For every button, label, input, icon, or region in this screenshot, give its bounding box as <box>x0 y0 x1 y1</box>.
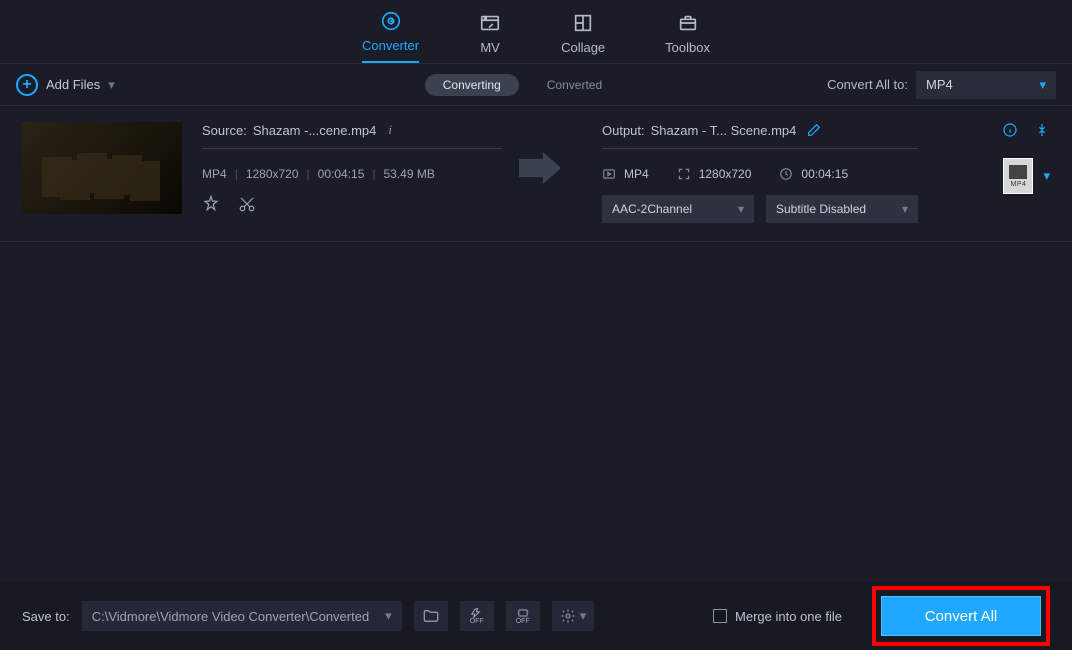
source-format: MP4 <box>202 167 227 181</box>
source-size: 53.49 MB <box>384 167 435 181</box>
rename-icon[interactable] <box>806 122 822 138</box>
toolbox-icon <box>677 12 699 34</box>
subtitle-value: Subtitle Disabled <box>776 202 866 216</box>
output-filename: Shazam - T... Scene.mp4 <box>651 123 797 138</box>
converter-icon <box>380 10 402 32</box>
profile-dropdown-caret[interactable]: ▾ <box>1043 168 1050 184</box>
save-to-label: Save to: <box>22 609 70 624</box>
duration-icon <box>779 167 793 181</box>
tab-mv[interactable]: MV <box>479 12 501 63</box>
source-filename: Shazam -...cene.mp4 <box>253 123 377 138</box>
open-folder-button[interactable] <box>414 601 448 631</box>
tab-label: Toolbox <box>665 40 710 55</box>
collage-icon <box>572 12 594 34</box>
caret-down-icon: ▾ <box>738 202 744 216</box>
save-path-field[interactable]: C:\Vidmore\Vidmore Video Converter\Conve… <box>82 601 402 631</box>
tab-label: Collage <box>561 40 605 55</box>
add-files-button[interactable]: + Add Files ▾ <box>16 74 115 96</box>
convert-all-highlight: Convert All <box>872 586 1050 646</box>
info-icon[interactable]: i <box>388 122 392 138</box>
tab-toolbox[interactable]: Toolbox <box>665 12 710 63</box>
mv-icon <box>479 12 501 34</box>
source-resolution: 1280x720 <box>246 167 299 181</box>
tab-converter[interactable]: Converter <box>362 10 419 63</box>
resolution-icon <box>677 167 691 181</box>
add-files-label: Add Files <box>46 77 100 92</box>
save-path-value: C:\Vidmore\Vidmore Video Converter\Conve… <box>92 609 369 624</box>
cut-icon[interactable] <box>238 195 256 213</box>
tab-collage[interactable]: Collage <box>561 12 605 63</box>
effects-icon[interactable] <box>202 195 220 213</box>
source-prefix: Source: <box>202 123 247 138</box>
audio-value: AAC-2Channel <box>612 202 692 216</box>
file-row: Source: Shazam -...cene.mp4 i MP4| 1280x… <box>0 106 1072 242</box>
convert-all-to-dropdown[interactable]: MP4 ▾ <box>916 71 1056 99</box>
output-format: MP4 <box>624 167 649 181</box>
hw-accel-button[interactable]: OFF <box>506 601 540 631</box>
info-circle-icon[interactable] <box>1002 122 1018 138</box>
subtab-converted[interactable]: Converted <box>529 74 620 96</box>
caret-down-icon: ▾ <box>902 202 908 216</box>
subtitle-select[interactable]: Subtitle Disabled ▾ <box>766 195 918 223</box>
convert-all-button[interactable]: Convert All <box>881 596 1041 636</box>
caret-down-icon: ▾ <box>1039 77 1046 93</box>
audio-select[interactable]: AAC-2Channel ▾ <box>602 195 754 223</box>
profile-thumbnail[interactable]: MP4 <box>1003 158 1033 194</box>
convert-all-to-label: Convert All to: <box>827 77 908 92</box>
compress-icon[interactable] <box>1034 122 1050 138</box>
output-resolution: 1280x720 <box>699 167 752 181</box>
output-prefix: Output: <box>602 123 645 138</box>
caret-down-icon: ▾ <box>580 608 587 624</box>
video-icon <box>602 167 616 181</box>
merge-checkbox[interactable] <box>713 609 727 623</box>
plus-icon: + <box>16 74 38 96</box>
tab-label: Converter <box>362 38 419 53</box>
tab-label: MV <box>480 40 500 55</box>
source-duration: 00:04:15 <box>318 167 365 181</box>
gpu-accel-button[interactable]: OFF <box>460 601 494 631</box>
caret-down-icon: ▾ <box>108 77 115 93</box>
caret-down-icon: ▾ <box>385 608 392 624</box>
output-duration: 00:04:15 <box>801 167 848 181</box>
convert-all-to-value: MP4 <box>926 77 953 92</box>
merge-label: Merge into one file <box>735 609 842 624</box>
subtab-converting[interactable]: Converting <box>425 74 519 96</box>
arrow-icon <box>522 122 582 184</box>
settings-button[interactable]: ▾ <box>552 601 595 631</box>
video-thumbnail[interactable] <box>22 122 182 214</box>
